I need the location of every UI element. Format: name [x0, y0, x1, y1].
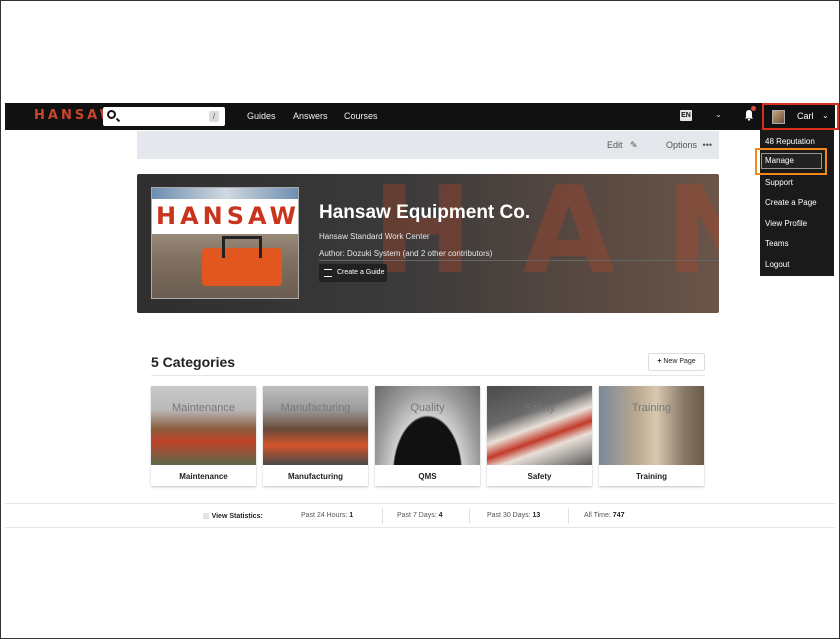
- view-statistics-link[interactable]: ▥ View Statistics:: [203, 512, 263, 520]
- chevron-down-icon[interactable]: ⌄: [715, 110, 722, 119]
- hero-logo-text: HANSAW: [156, 202, 299, 230]
- page-toolbar: Edit ✎ Options •••: [137, 131, 719, 159]
- stat-value: 747: [612, 512, 625, 519]
- page-author[interactable]: Author: Dozuki System (and 2 other contr…: [319, 249, 492, 258]
- create-guide-label: Create a Guide: [337, 269, 385, 276]
- category-image-label: Manufacturing: [280, 402, 351, 414]
- pencil-icon: ✎: [630, 140, 638, 150]
- category-card-safety[interactable]: Safety Safety: [487, 386, 592, 486]
- category-image: Maintenance: [151, 386, 256, 465]
- search-box[interactable]: /: [103, 107, 225, 126]
- options-button[interactable]: Options •••: [666, 140, 712, 150]
- more-dots-icon: •••: [702, 140, 712, 150]
- category-name: Maintenance: [179, 472, 228, 481]
- hero-divider: [319, 260, 719, 261]
- screenshot-frame: [0, 0, 840, 639]
- stat-label: Past 7 Days:: [397, 512, 437, 519]
- view-statistics-label: View Statistics:: [211, 513, 263, 520]
- stat-separator: [469, 508, 470, 524]
- avatar: [772, 110, 785, 124]
- new-page-label: New Page: [663, 358, 696, 365]
- search-icon: [107, 110, 116, 119]
- category-image-label: Training: [631, 402, 672, 414]
- bar-chart-icon: ▥: [203, 513, 212, 520]
- stats-divider-top: [5, 503, 835, 504]
- edit-label: Edit: [607, 140, 623, 150]
- stat-value: 13: [532, 512, 541, 519]
- page-title: Hansaw Equipment Co.: [319, 202, 531, 223]
- categories-heading: 5 Categories: [151, 354, 236, 370]
- manage-highlight: Manage: [755, 148, 827, 175]
- category-name: Safety: [527, 472, 552, 481]
- category-image: Manufacturing: [263, 386, 368, 465]
- categories-divider: [151, 375, 705, 376]
- stat-past-30-days: Past 30 Days: 13: [487, 512, 540, 519]
- top-navbar: HANSAW / Guides Answers Courses EN ⌄ Car…: [5, 103, 839, 130]
- nav-link-guides[interactable]: Guides: [247, 111, 276, 121]
- category-image: Training: [599, 386, 704, 465]
- category-image-label: Maintenance: [172, 402, 235, 414]
- list-icon: [324, 269, 332, 277]
- stat-label: Past 30 Days:: [487, 512, 531, 519]
- stat-label: Past 24 Hours:: [301, 512, 348, 519]
- stat-past-24-hours: Past 24 Hours: 1: [301, 512, 353, 519]
- stats-divider-bottom: [5, 527, 835, 528]
- menu-item-support[interactable]: Support: [765, 178, 793, 187]
- search-shortcut-key: /: [209, 111, 219, 122]
- reputation-link[interactable]: 48 Reputation: [765, 137, 815, 146]
- category-card-manufacturing[interactable]: Manufacturing Manufacturing: [263, 386, 368, 486]
- menu-item-manage-label: Manage: [765, 156, 794, 165]
- stat-label: All Time:: [584, 512, 611, 519]
- user-name: Carl: [797, 111, 814, 121]
- stat-value: 4: [438, 512, 443, 519]
- notification-badge: [751, 106, 756, 111]
- new-page-button[interactable]: + New Page: [648, 353, 705, 371]
- category-name: Manufacturing: [287, 472, 344, 481]
- nav-link-answers[interactable]: Answers: [293, 111, 328, 121]
- create-guide-button[interactable]: Create a Guide: [319, 264, 387, 282]
- menu-item-view-profile[interactable]: View Profile: [765, 219, 807, 228]
- stat-past-7-days: Past 7 Days: 4: [397, 512, 443, 519]
- hero-banner: HANSAW HANSAW Hansaw Equipment Co. Hansa…: [137, 174, 719, 313]
- category-name: QMS: [418, 472, 437, 481]
- edit-button[interactable]: Edit ✎: [607, 140, 638, 151]
- menu-item-teams[interactable]: Teams: [765, 239, 789, 248]
- category-image: Quality: [375, 386, 480, 465]
- language-selector[interactable]: EN: [680, 110, 692, 121]
- hero-logo-image: HANSAW: [151, 187, 299, 299]
- menu-item-manage[interactable]: Manage: [761, 153, 822, 169]
- stat-separator: [568, 508, 569, 524]
- search-input[interactable]: [121, 109, 201, 124]
- category-card-training[interactable]: Training Training: [599, 386, 704, 486]
- category-card-maintenance[interactable]: Maintenance Maintenance: [151, 386, 256, 486]
- menu-item-create-page[interactable]: Create a Page: [765, 198, 817, 207]
- menu-item-logout[interactable]: Logout: [765, 260, 789, 269]
- category-image-label: Safety: [523, 402, 556, 414]
- logo-sky-strip: [152, 188, 298, 199]
- category-card-qms[interactable]: Quality QMS: [375, 386, 480, 486]
- category-image-label: Quality: [410, 402, 445, 414]
- chevron-down-icon: ⌄: [822, 111, 829, 120]
- forklift-cab: [222, 236, 262, 258]
- options-label: Options: [666, 140, 698, 150]
- page-subtitle: Hansaw Standard Work Center: [319, 232, 430, 241]
- nav-link-courses[interactable]: Courses: [344, 111, 378, 121]
- forklift-photo: [152, 234, 298, 298]
- stat-value: 1: [349, 512, 354, 519]
- category-image: Safety: [487, 386, 592, 465]
- stat-all-time: All Time: 747: [584, 512, 624, 519]
- user-menu-button[interactable]: Carl ⌄: [762, 103, 839, 130]
- stat-separator: [382, 508, 383, 524]
- category-name: Training: [635, 472, 668, 481]
